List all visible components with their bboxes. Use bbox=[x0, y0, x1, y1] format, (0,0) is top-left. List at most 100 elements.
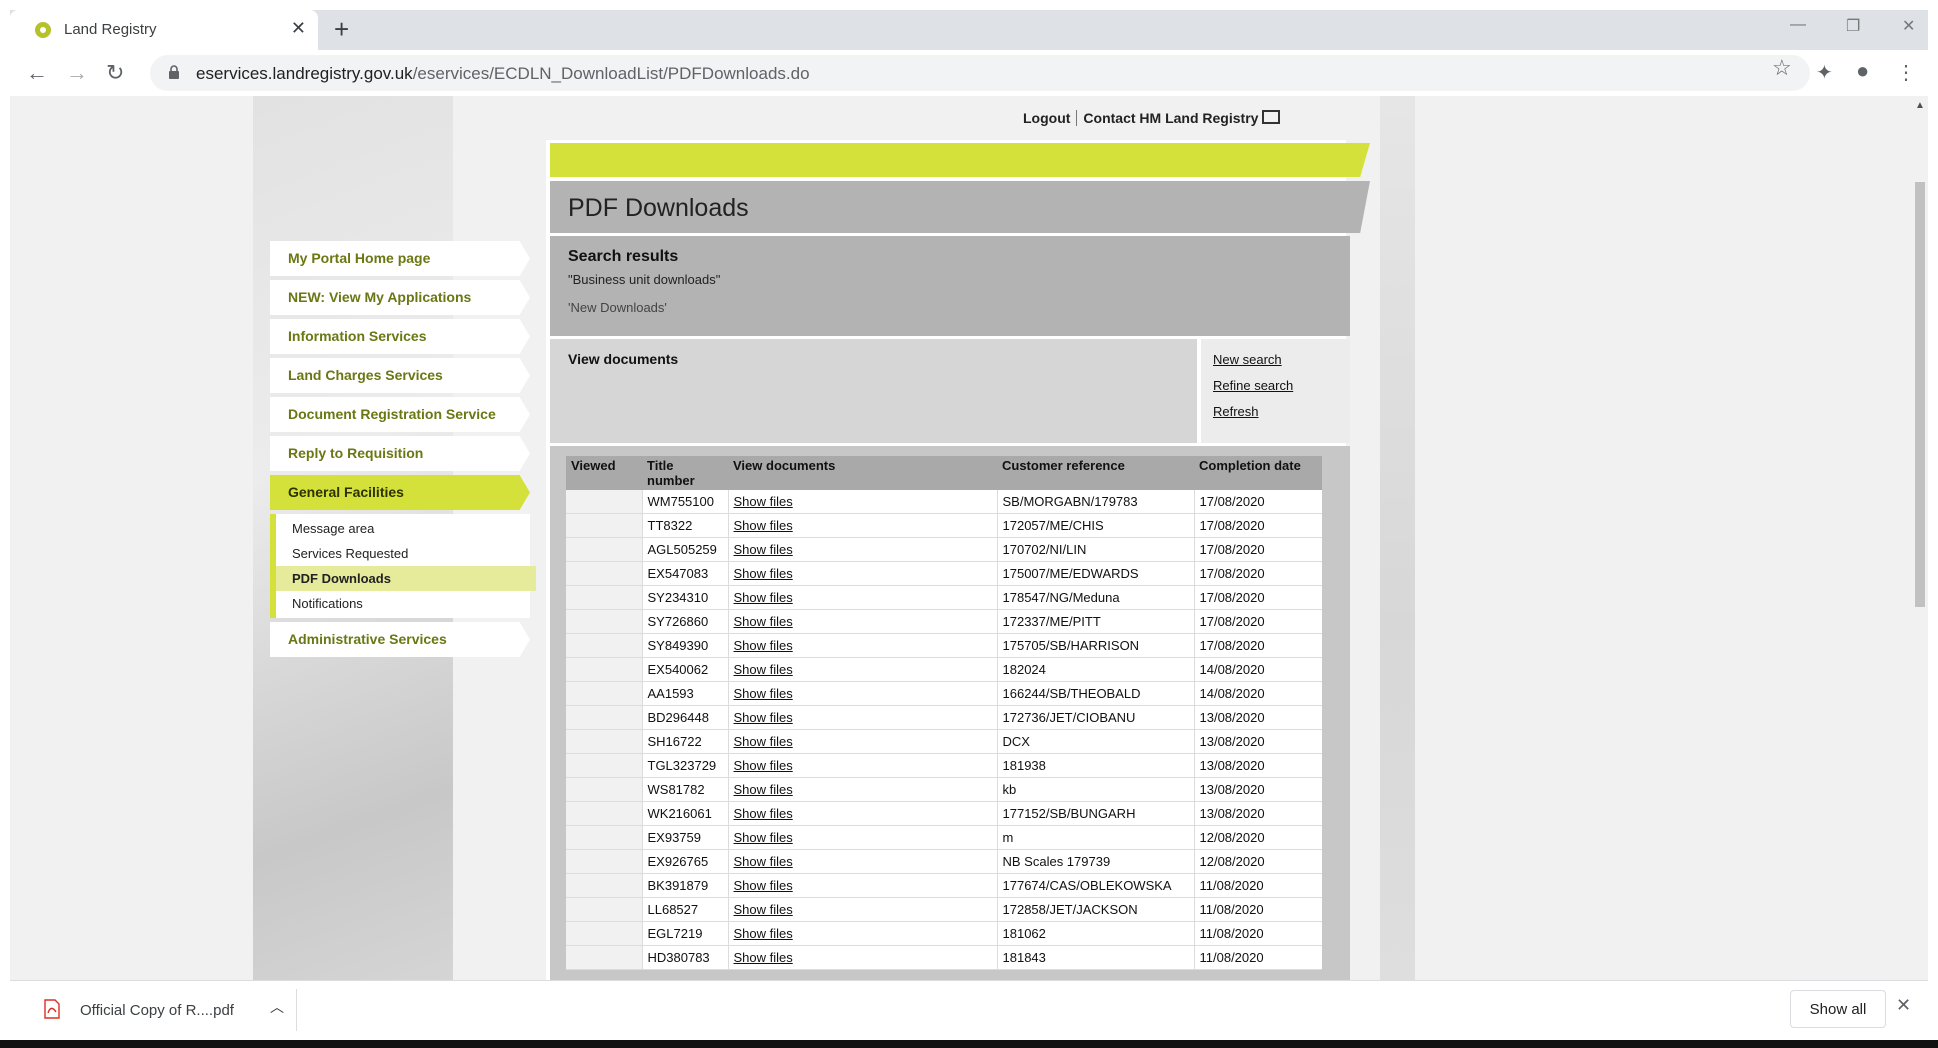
cell-viewed bbox=[566, 609, 642, 634]
tab-close-icon[interactable]: ✕ bbox=[291, 18, 306, 39]
contact-link[interactable]: Contact HM Land Registry bbox=[1083, 110, 1258, 126]
cell-completion-date: 17/08/2020 bbox=[1193, 561, 1322, 586]
search-actions-panel: New search Refine search Refresh bbox=[1201, 339, 1350, 443]
back-arrow-icon[interactable]: ← bbox=[26, 60, 48, 86]
cell-title-number: EX93759 bbox=[641, 825, 728, 850]
subnav-item-message-area[interactable]: Message area bbox=[276, 516, 536, 541]
table-row: TT8322 Show files 172057/ME/CHIS 17/08/2020 bbox=[566, 513, 1322, 538]
cell-viewed bbox=[566, 657, 642, 682]
download-item[interactable]: Official Copy of R....pdf ︿ bbox=[30, 989, 300, 1031]
forward-arrow-icon[interactable]: → bbox=[66, 60, 88, 86]
show-all-button[interactable]: Show all bbox=[1790, 990, 1886, 1028]
show-files-link[interactable]: Show files bbox=[734, 782, 793, 797]
cell-viewed bbox=[566, 801, 642, 826]
nav-item-reply-requisition[interactable]: Reply to Requisition bbox=[270, 436, 530, 471]
url-text: eservices.landregistry.gov.uk/eservices/… bbox=[196, 64, 810, 84]
cell-view-documents: Show files bbox=[727, 490, 997, 514]
scroll-up-arrow-icon[interactable]: ▲ bbox=[1915, 100, 1925, 111]
refresh-link[interactable]: Refresh bbox=[1213, 404, 1259, 419]
show-files-link[interactable]: Show files bbox=[734, 710, 793, 725]
restore-icon[interactable]: ❐ bbox=[1846, 16, 1860, 36]
show-files-link[interactable]: Show files bbox=[734, 734, 793, 749]
table-row: EX93759 Show files m 12/08/2020 bbox=[566, 825, 1322, 850]
header-separator bbox=[1076, 110, 1078, 126]
page-viewport: Logout Contact HM Land Registry PDF Downl… bbox=[10, 96, 1912, 980]
cell-customer-reference: 181062 bbox=[996, 921, 1194, 946]
table-row: EGL7219 Show files 181062 11/08/2020 bbox=[566, 921, 1322, 946]
chevron-up-icon[interactable]: ︿ bbox=[270, 997, 284, 1017]
browser-tab[interactable]: Land Registry ✕ bbox=[10, 10, 318, 50]
refine-search-link[interactable]: Refine search bbox=[1213, 378, 1293, 393]
search-results-subcriteria: 'New Downloads' bbox=[568, 300, 667, 315]
show-files-link[interactable]: Show files bbox=[734, 950, 793, 965]
cell-customer-reference: kb bbox=[996, 777, 1194, 802]
show-files-link[interactable]: Show files bbox=[734, 542, 793, 557]
cell-view-documents: Show files bbox=[727, 609, 997, 634]
show-files-link[interactable]: Show files bbox=[734, 926, 793, 941]
reload-icon[interactable]: ↻ bbox=[106, 60, 124, 86]
browser-toolbar: ← → ↻ eservices.landregistry.gov.uk/eser… bbox=[10, 50, 1928, 96]
cell-title-number: BD296448 bbox=[641, 705, 728, 730]
cell-completion-date: 13/08/2020 bbox=[1193, 729, 1322, 754]
show-files-link[interactable]: Show files bbox=[734, 758, 793, 773]
show-files-link[interactable]: Show files bbox=[734, 518, 793, 533]
show-files-link[interactable]: Show files bbox=[734, 830, 793, 845]
logout-link[interactable]: Logout bbox=[1023, 110, 1070, 126]
nav-item-general-facilities[interactable]: General Facilities bbox=[270, 475, 530, 510]
show-files-link[interactable]: Show files bbox=[734, 902, 793, 917]
cell-view-documents: Show files bbox=[727, 681, 997, 706]
cell-view-documents: Show files bbox=[727, 729, 997, 754]
url-path: /eservices/ECDLN_DownloadList/PDFDownloa… bbox=[412, 64, 810, 83]
bookmark-star-icon[interactable]: ☆ bbox=[1772, 55, 1792, 81]
downloads-table-panel: Viewed Title number View documents Custo… bbox=[550, 446, 1350, 980]
cell-customer-reference: 172337/ME/PITT bbox=[996, 609, 1194, 634]
profile-avatar-icon[interactable]: ● bbox=[1856, 58, 1869, 84]
table-row: SY234310 Show files 178547/NG/Meduna 17/08/… bbox=[566, 585, 1322, 610]
cell-view-documents: Show files bbox=[727, 921, 997, 946]
cell-completion-date: 13/08/2020 bbox=[1193, 801, 1322, 826]
show-files-link[interactable]: Show files bbox=[734, 854, 793, 869]
show-files-link[interactable]: Show files bbox=[734, 806, 793, 821]
new-search-link[interactable]: New search bbox=[1213, 352, 1282, 367]
shelf-close-icon[interactable]: ✕ bbox=[1896, 995, 1911, 1016]
subnav-item-notifications[interactable]: Notifications bbox=[276, 591, 536, 616]
show-files-link[interactable]: Show files bbox=[734, 638, 793, 653]
nav-item-administrative-services[interactable]: Administrative Services bbox=[270, 622, 530, 657]
address-bar[interactable]: eservices.landregistry.gov.uk/eservices/… bbox=[150, 55, 1810, 91]
window-close-icon[interactable]: ✕ bbox=[1902, 16, 1915, 36]
vertical-scrollbar[interactable]: ▲ bbox=[1912, 96, 1928, 980]
column-header-customer-reference: Customer reference bbox=[997, 456, 1194, 490]
subnav-item-services-requested[interactable]: Services Requested bbox=[276, 541, 536, 566]
nav-item-portal-home[interactable]: My Portal Home page bbox=[270, 241, 530, 276]
cell-title-number: WM755100 bbox=[641, 490, 728, 514]
menu-kebab-icon[interactable]: ⋮ bbox=[1896, 60, 1916, 85]
minimize-icon[interactable]: — bbox=[1790, 16, 1806, 34]
cell-view-documents: Show files bbox=[727, 705, 997, 730]
cell-view-documents: Show files bbox=[727, 801, 997, 826]
nav-item-label: General Facilities bbox=[288, 484, 404, 500]
nav-item-view-applications[interactable]: NEW: View My Applications bbox=[270, 280, 530, 315]
show-files-link[interactable]: Show files bbox=[734, 566, 793, 581]
new-tab-button[interactable]: + bbox=[334, 14, 349, 45]
show-files-link[interactable]: Show files bbox=[734, 614, 793, 629]
subnav-item-pdf-downloads[interactable]: PDF Downloads bbox=[276, 566, 536, 591]
table-row: SY726860 Show files 172337/ME/PITT 17/08/20… bbox=[566, 609, 1322, 634]
cell-viewed bbox=[566, 921, 642, 946]
page-title: PDF Downloads bbox=[568, 194, 749, 222]
show-files-link[interactable]: Show files bbox=[734, 878, 793, 893]
cell-customer-reference: NB Scales 179739 bbox=[996, 849, 1194, 874]
show-files-link[interactable]: Show files bbox=[734, 662, 793, 677]
show-files-link[interactable]: Show files bbox=[734, 590, 793, 605]
extensions-icon[interactable]: ✦ bbox=[1816, 60, 1833, 85]
nav-item-information-services[interactable]: Information Services bbox=[270, 319, 530, 354]
cell-customer-reference: m bbox=[996, 825, 1194, 850]
nav-item-label: Document Registration Service bbox=[288, 406, 496, 422]
cell-title-number: SH16722 bbox=[641, 729, 728, 754]
cell-completion-date: 12/08/2020 bbox=[1193, 849, 1322, 874]
nav-item-land-charges[interactable]: Land Charges Services bbox=[270, 358, 530, 393]
show-files-link[interactable]: Show files bbox=[734, 686, 793, 701]
scrollbar-thumb[interactable] bbox=[1915, 182, 1925, 607]
nav-item-document-registration[interactable]: Document Registration Service bbox=[270, 397, 530, 432]
shelf-divider bbox=[296, 989, 297, 1031]
show-files-link[interactable]: Show files bbox=[734, 494, 793, 509]
